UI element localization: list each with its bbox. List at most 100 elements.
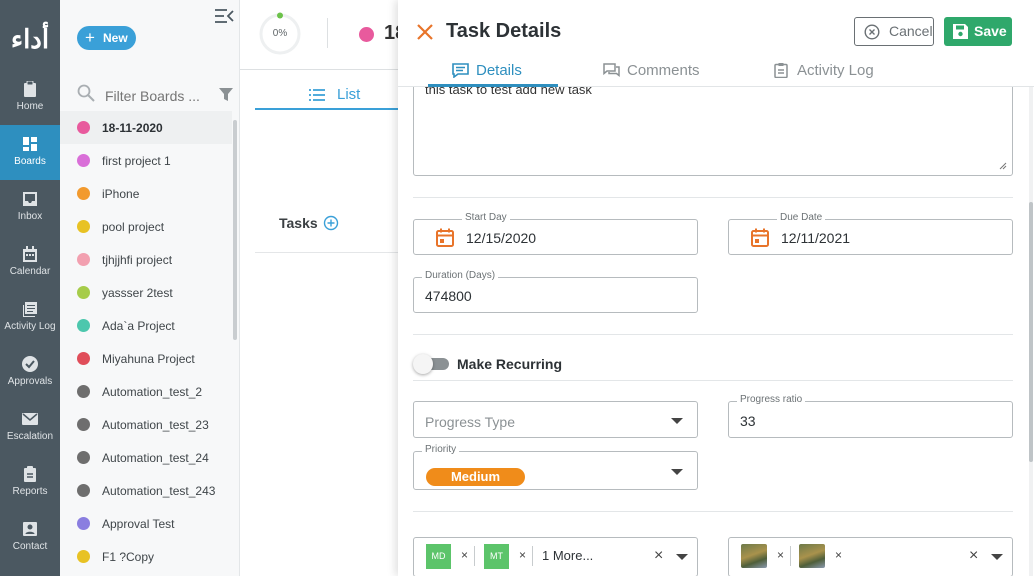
tab-comments[interactable]: Comments — [603, 58, 700, 87]
resize-grip-icon[interactable] — [999, 162, 1007, 170]
start-day-field[interactable]: Start Day 12/15/2020 — [413, 212, 698, 255]
comments-icon — [603, 63, 620, 78]
check-circle-icon — [22, 356, 38, 372]
clear-icon[interactable]: × — [654, 547, 663, 565]
add-task-icon[interactable] — [323, 215, 339, 231]
details-form: this task to test add new task Start Day… — [398, 87, 1034, 576]
calendar-icon[interactable] — [436, 228, 454, 247]
remove-attachment-icon[interactable]: × — [777, 548, 784, 562]
tab-activity-log[interactable]: Activity Log — [773, 58, 874, 87]
app-logo[interactable]: أداء — [8, 22, 52, 58]
board-list-item[interactable]: first project 1 — [60, 144, 232, 177]
nav-item-home[interactable]: Home — [0, 70, 60, 125]
report-icon — [24, 466, 36, 482]
filter-funnel-icon[interactable] — [219, 88, 233, 102]
board-color-dot — [77, 220, 90, 233]
scrollbar-thumb[interactable] — [1029, 202, 1033, 462]
progress-ratio-field[interactable]: Progress ratio 33 — [728, 394, 1013, 438]
nav-item-reports[interactable]: Reports — [0, 455, 60, 510]
chevron-down-icon[interactable] — [991, 554, 1003, 560]
board-list-item[interactable]: Miyahuna Project — [60, 342, 232, 375]
board-name: tjhjjhfi project — [102, 252, 173, 267]
board-list: 18-11-2020 first project 1 iPhone pool proj… — [60, 111, 232, 573]
progress-ratio-value: 33 — [740, 413, 756, 429]
remove-attachment-icon[interactable]: × — [835, 548, 842, 562]
close-icon[interactable] — [417, 24, 433, 40]
description-textarea[interactable]: this task to test add new task — [413, 87, 1013, 176]
new-board-button[interactable]: + New — [77, 26, 136, 50]
board-list-item[interactable]: Automation_test_2 — [60, 375, 232, 408]
clipboard-list-icon — [774, 63, 788, 78]
board-list-item[interactable]: F1 ?Copy — [60, 540, 232, 573]
nav-label: Contact — [12, 541, 48, 552]
divider — [790, 546, 791, 566]
cancel-circle-icon — [864, 24, 880, 40]
attachments-select[interactable]: × × × — [728, 537, 1013, 576]
due-date-value: 12/11/2021 — [781, 230, 851, 246]
board-list-item[interactable]: Ada`a Project — [60, 309, 232, 342]
calendar-icon[interactable] — [751, 228, 769, 247]
panel-title: Task Details — [446, 20, 562, 42]
panel-scrollbar[interactable] — [1029, 87, 1033, 576]
save-icon — [953, 24, 968, 39]
tab-details[interactable]: Details — [452, 58, 522, 87]
divider — [413, 511, 1013, 512]
board-list-item[interactable]: 18-11-2020 — [60, 111, 232, 144]
nav-item-calendar[interactable]: Calendar — [0, 235, 60, 290]
board-list-item[interactable]: Automation_test_243 — [60, 474, 232, 507]
board-name: F1 ?Copy — [102, 549, 155, 564]
board-color-dot — [77, 484, 90, 497]
boards-panel: + New 18-11-2020 first project 1 iPhone poo… — [60, 0, 240, 576]
clipboard-icon — [24, 81, 36, 97]
make-recurring-toggle[interactable] — [413, 354, 449, 374]
assignee-avatar: MD — [426, 544, 451, 569]
board-list-item[interactable]: pool project — [60, 210, 232, 243]
board-color-dot — [77, 187, 90, 200]
board-list-item[interactable]: tjhjjhfi project — [60, 243, 232, 276]
nav-item-contact[interactable]: Contact — [0, 510, 60, 565]
cancel-button[interactable]: Cancel — [854, 17, 934, 46]
board-color-dot — [77, 154, 90, 167]
divider — [413, 380, 1013, 381]
boards-scrollbar[interactable] — [233, 120, 237, 340]
toggle-knob — [413, 354, 433, 374]
divider — [474, 546, 475, 566]
new-label: New — [103, 31, 128, 45]
assignee-avatar: MT — [484, 544, 509, 569]
main-nav: أداء Home Boards Inbox Calendar Activity… — [0, 0, 60, 576]
board-color-dot — [77, 451, 90, 464]
nav-item-approvals[interactable]: Approvals — [0, 345, 60, 400]
board-name: Approval Test — [102, 516, 175, 531]
progress-type-placeholder: Progress Type — [425, 414, 516, 430]
remove-assignee-icon[interactable]: × — [519, 548, 526, 562]
board-list-item[interactable]: Automation_test_23 — [60, 408, 232, 441]
divider — [532, 546, 533, 566]
duration-field[interactable]: Duration (Days) 474800 — [413, 270, 698, 313]
more-assignees-text: 1 More... — [542, 548, 594, 563]
duration-label: Duration (Days) — [422, 270, 499, 281]
board-name: Automation_test_23 — [102, 417, 209, 432]
priority-select[interactable]: Priority Medium — [413, 444, 698, 490]
board-color-dot — [77, 418, 90, 431]
board-name: 18-11-2020 — [102, 120, 163, 135]
board-list-item[interactable]: yassser 2test — [60, 276, 232, 309]
tab-list[interactable]: List — [255, 84, 400, 110]
due-date-field[interactable]: Due Date 12/11/2021 — [728, 212, 1013, 255]
nav-item-escalation[interactable]: Escalation — [0, 400, 60, 455]
chevron-down-icon[interactable] — [676, 554, 688, 560]
clear-icon[interactable]: × — [969, 547, 978, 565]
board-name: Automation_test_2 — [102, 384, 203, 399]
board-color-dot — [77, 385, 90, 398]
collapse-menu-icon[interactable] — [214, 8, 234, 24]
nav-item-activity-log[interactable]: Activity Log — [0, 290, 60, 345]
board-list-item[interactable]: Approval Test — [60, 507, 232, 540]
filter-boards-input[interactable] — [105, 88, 205, 104]
progress-type-select[interactable]: Progress Type — [413, 401, 698, 438]
assignees-select[interactable]: MD × MT × 1 More... × — [413, 537, 698, 576]
nav-item-boards[interactable]: Boards — [0, 125, 60, 180]
remove-assignee-icon[interactable]: × — [461, 548, 468, 562]
board-list-item[interactable]: Automation_test_24 — [60, 441, 232, 474]
board-list-item[interactable]: iPhone — [60, 177, 232, 210]
save-button[interactable]: Save — [944, 17, 1012, 46]
nav-item-inbox[interactable]: Inbox — [0, 180, 60, 235]
